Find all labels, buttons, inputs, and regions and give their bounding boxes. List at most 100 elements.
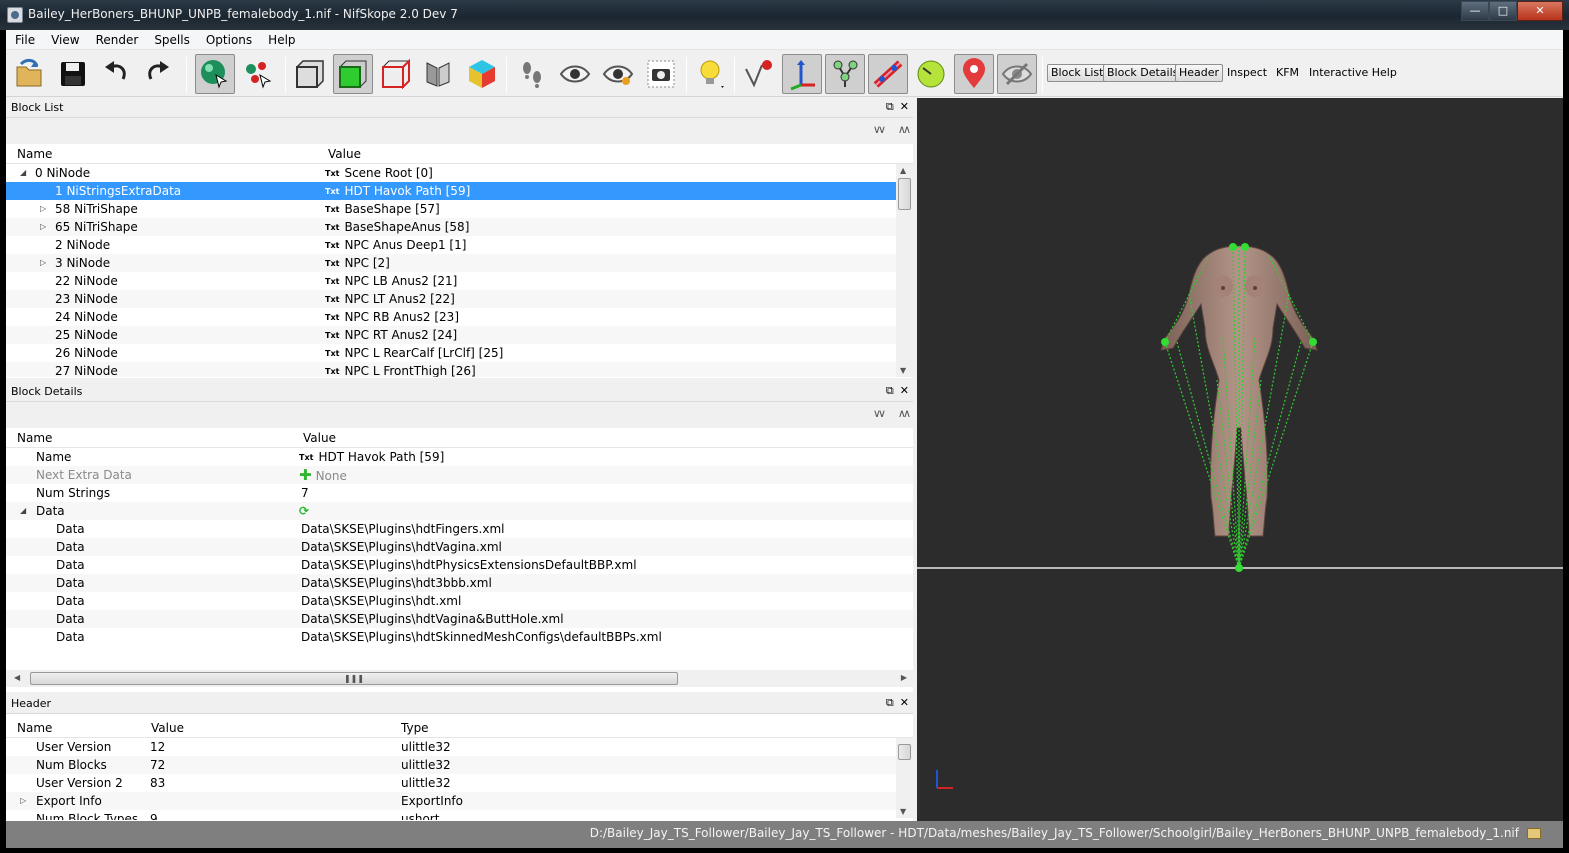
menu-file[interactable]: File [6,30,42,49]
show-bounds-button[interactable] [911,54,951,94]
close-icon[interactable]: ✕ [900,696,909,710]
screenshot-button[interactable] [641,54,681,94]
collapse-all-icon[interactable]: ∧∧ [898,123,911,136]
float-icon[interactable]: ⧉ [886,100,894,114]
block-details-hscrollbar[interactable]: ◀ ❚❚❚ ▶ [6,670,913,687]
load-button[interactable] [10,54,50,94]
minimize-button[interactable]: — [1461,1,1489,21]
view-side-button[interactable] [376,54,416,94]
expand-all-icon[interactable]: ∨∨ [873,407,886,420]
render-viewport[interactable] [917,98,1563,821]
txt-icon: Txt [325,331,340,340]
show-constraints-button[interactable] [868,54,908,94]
detail-row[interactable]: Name Txt HDT Havok Path [59] [6,448,913,466]
scrollbar-thumb[interactable]: ❚❚❚ [30,672,678,685]
block-list-tree: ◢ 0 NiNode Txt Scene Root [0] 1 NiStringsEx… [6,164,913,377]
menu-spells[interactable]: Spells [145,30,197,49]
header-row[interactable]: User Version 12 ulittle32 [6,738,913,756]
toggle-block-list-button[interactable]: Block List [1047,64,1108,82]
scrollbar-thumb[interactable] [898,744,911,760]
select-vertex-button[interactable] [238,54,278,94]
close-button[interactable]: ✕ [1517,1,1563,21]
view-top-button[interactable] [333,54,373,94]
tree-row[interactable]: 22 NiNode Txt NPC LB Anus2 [21] [6,272,913,290]
block-list-scrollbar[interactable]: ▲ ▼ [896,164,913,377]
expand-arrow-icon[interactable]: ▷ [40,200,46,218]
tree-row[interactable]: 24 NiNode Txt NPC RB Anus2 [23] [6,308,913,326]
array-update-icon[interactable]: ⟳ [299,502,309,520]
expand-arrow-icon[interactable]: ▷ [20,792,26,810]
show-hidden-button[interactable] [555,54,595,94]
menu-render[interactable]: Render [87,30,146,49]
toggle-header-button[interactable]: Header [1175,64,1224,82]
detail-row[interactable]: Data Data\SKSE\Plugins\hdtVagina.xml [6,538,913,556]
detail-row[interactable]: Data Data\SKSE\Plugins\hdtVagina&ButtHole… [6,610,913,628]
tree-row[interactable]: 2 NiNode Txt NPC Anus Deep1 [1] [6,236,913,254]
app-icon[interactable] [7,7,23,23]
show-nodes-button[interactable] [825,54,865,94]
header-row[interactable]: ▷ Export Info ExportInfo [6,792,913,810]
toggle-kfm-button[interactable]: KFM [1276,65,1299,81]
detail-row[interactable]: Data Data\SKSE\Plugins\hdtSkinnedMeshConf… [6,628,913,646]
column-value[interactable]: Value [151,721,184,735]
close-icon[interactable]: ✕ [900,384,909,398]
toggle-block-details-button[interactable]: Block Details [1103,64,1183,82]
visibility-button[interactable] [598,54,638,94]
detail-row[interactable]: Data Data\SKSE\Plugins\hdtPhysicsExtensio… [6,556,913,574]
scrollbar-thumb[interactable] [898,178,911,210]
menu-view[interactable]: View [42,30,86,49]
detail-row[interactable]: Data Data\SKSE\Plugins\hdtFingers.xml [6,520,913,538]
view-user-button[interactable] [462,54,502,94]
view-front-button[interactable] [290,54,330,94]
detail-row[interactable]: Data Data\SKSE\Plugins\hdt3bbb.xml [6,574,913,592]
redo-button[interactable] [138,54,178,94]
toggle-interactive-help-button[interactable]: Interactive Help [1309,65,1397,81]
expand-all-icon[interactable]: ∨∨ [873,123,886,136]
detail-row[interactable]: Num Strings 7 [6,484,913,502]
header-row[interactable]: Num Block Types 9 ushort [6,810,913,820]
header-row[interactable]: Num Blocks 72 ulittle32 [6,756,913,774]
column-name[interactable]: Name [17,147,52,161]
view-perspective-button[interactable] [419,54,459,94]
tree-row[interactable]: ▷ 3 NiNode Txt NPC [2] [6,254,913,272]
tree-row[interactable]: 25 NiNode Txt NPC RT Anus2 [24] [6,326,913,344]
detail-row[interactable]: ◢ Data ⟳ [6,502,913,520]
show-markers-button[interactable] [954,54,994,94]
close-icon[interactable]: ✕ [900,100,909,114]
lighting-button[interactable] [691,54,731,94]
header-row[interactable]: User Version 2 83 ulittle32 [6,774,913,792]
toggle-inspect-button[interactable]: Inspect [1227,65,1267,81]
header-scrollbar[interactable]: ▲ ▼ [896,738,913,818]
tree-row[interactable]: 23 NiNode Txt NPC LT Anus2 [22] [6,290,913,308]
show-axes-button[interactable] [782,54,822,94]
column-value[interactable]: Value [328,147,361,161]
tree-row[interactable]: ◢ 0 NiNode Txt Scene Root [0] [6,164,913,182]
float-icon[interactable]: ⧉ [886,384,894,398]
save-button[interactable] [53,54,93,94]
detail-row[interactable]: Next Extra Data ✚ None [6,466,913,484]
float-icon[interactable]: ⧉ [886,696,894,710]
block-details-column-header: Name Value [6,428,913,448]
plus-icon[interactable]: ✚ [299,466,312,484]
tree-row[interactable]: ▷ 65 NiTriShape Txt BaseShapeAnus [58] [6,218,913,236]
column-value[interactable]: Value [303,431,336,445]
menu-help[interactable]: Help [259,30,302,49]
expand-arrow-icon[interactable]: ▷ [40,254,46,272]
undo-button[interactable] [96,54,136,94]
select-object-button[interactable] [195,54,235,94]
expand-arrow-icon[interactable]: ▷ [40,218,46,236]
tree-row[interactable]: 26 NiNode Txt NPC L RearCalf [LrClf] [25] [6,344,913,362]
show-hidden-objects-button[interactable] [997,54,1037,94]
column-name[interactable]: Name [17,721,52,735]
tree-row[interactable]: ▷ 58 NiTriShape Txt BaseShape [57] [6,200,913,218]
menu-options[interactable]: Options [197,30,259,49]
tree-row[interactable]: 27 NiNode Txt NPC L FrontThigh [26] [6,362,913,377]
walk-mode-button[interactable] [512,54,552,94]
show-vertex-normals-button[interactable] [739,54,779,94]
tree-row-selected[interactable]: 1 NiStringsExtraData Txt HDT Havok Path [5… [6,182,913,200]
maximize-button[interactable]: □ [1489,1,1517,21]
column-name[interactable]: Name [17,431,52,445]
column-type[interactable]: Type [401,721,429,735]
collapse-all-icon[interactable]: ∧∧ [898,407,911,420]
detail-row[interactable]: Data Data\SKSE\Plugins\hdt.xml [6,592,913,610]
